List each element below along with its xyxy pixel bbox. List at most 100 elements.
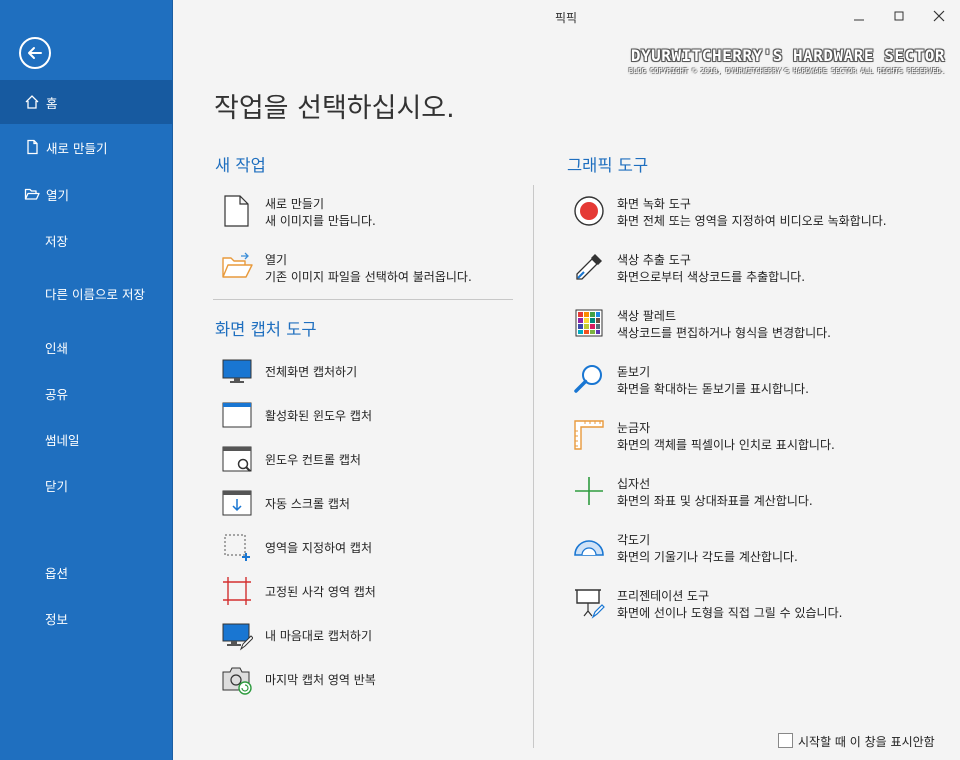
tool-name: 열기 (265, 253, 288, 267)
tool-description: 새 이미지를 만듭니다. (265, 214, 376, 228)
watermark-title: DYURWITCHERRY'S HARDWARE SECTOR (630, 46, 945, 65)
freehand-capture-tool[interactable]: 내 마음대로 캡처하기 (221, 619, 521, 651)
new-file-icon (27, 139, 38, 155)
tool-description: 화면을 확대하는 돋보기를 표시합니다. (617, 382, 809, 396)
tool-name: 새로 만들기 (265, 197, 325, 211)
sidebar-item-close[interactable]: 닫기 (0, 463, 172, 507)
close-window-button[interactable] (924, 4, 954, 28)
sidebar-item-label: 저장 (45, 234, 69, 249)
protractor-tool[interactable]: 각도기 화면의 기울기나 각도를 계산합니다. (573, 531, 943, 567)
new-image-tool[interactable]: 새로 만들기 새 이미지를 만듭니다. (221, 195, 521, 231)
sidebar-item-label: 공유 (45, 387, 69, 402)
dont-show-on-startup[interactable]: 시작할 때 이 창을 표시안함 (778, 733, 944, 749)
window-icon (222, 402, 252, 428)
graphic-tools-title: 그래픽 도구 (567, 156, 649, 175)
tool-description: 화면으로부터 색상코드를 추출합니다. (617, 270, 806, 284)
camera-repeat-icon (222, 667, 252, 695)
sidebar-item-share[interactable]: 공유 (0, 371, 172, 415)
tool-name: 눈금자 (617, 421, 651, 435)
repeat-last-capture-tool[interactable]: 마지막 캡처 영역 반복 (221, 663, 521, 695)
palette-grid-icon (575, 309, 603, 337)
scroll-down-icon (222, 490, 252, 516)
ruler-tool[interactable]: 눈금자 화면의 객체를 픽셀이나 인치로 표시합니다. (573, 419, 943, 455)
tool-name: 각도기 (617, 533, 651, 547)
tool-name: 고정된 사각 영역 캡처 (265, 585, 376, 599)
back-button[interactable] (19, 37, 51, 69)
window-magnifier-icon (222, 446, 252, 472)
folder-open-icon (222, 252, 253, 278)
tool-description: 기존 이미지 파일을 선택하여 불러옵니다. (265, 270, 472, 284)
dont-show-label: 시작할 때 이 창을 표시안함 (798, 735, 935, 749)
tool-name: 영역을 지정하여 캡처 (265, 541, 372, 555)
region-select-icon (224, 534, 250, 561)
column-divider (533, 185, 534, 748)
tool-description: 화면의 좌표 및 상대좌표를 계산합니다. (617, 494, 813, 508)
main-panel: 픽픽 DYURWITCHERRY'S HARDWARE SECTOR BLOG … (172, 0, 960, 760)
watermark-copyright: BLOG COPYRIGHT © 2010, DYURWITCHERRY'S H… (628, 67, 945, 75)
fixed-region-capture-tool[interactable]: 고정된 사각 영역 캡처 (221, 575, 521, 607)
auto-scroll-capture-tool[interactable]: 자동 스크롤 캡처 (221, 487, 521, 519)
section-divider (213, 299, 513, 300)
color-picker-tool[interactable]: 색상 추출 도구 화면으로부터 색상코드를 추출합니다. (573, 251, 943, 287)
magnifier-tool[interactable]: 돋보기 화면을 확대하는 돋보기를 표시합니다. (573, 363, 943, 399)
crosshair-icon (575, 477, 603, 505)
record-icon (574, 196, 604, 226)
sidebar-item-label: 다른 이름으로 저장 (45, 287, 145, 302)
sidebar-item-label: 새로 만들기 (46, 141, 108, 156)
region-capture-tool[interactable]: 영역을 지정하여 캡처 (221, 531, 521, 563)
tool-name: 프리젠테이션 도구 (617, 589, 710, 603)
sidebar-item-label: 썸네일 (45, 433, 80, 448)
sidebar-item-new[interactable]: 새로 만들기 (0, 125, 172, 169)
dont-show-checkbox[interactable] (778, 733, 793, 748)
active-window-capture-tool[interactable]: 활성화된 윈도우 캡처 (221, 399, 521, 431)
monitor-pen-icon (222, 623, 253, 651)
page-title: 작업을 선택하십시오. (214, 93, 455, 124)
tool-name: 활성화된 윈도우 캡처 (265, 409, 372, 423)
tool-name: 마지막 캡처 영역 반복 (265, 673, 376, 687)
tool-name: 색상 추출 도구 (617, 253, 691, 267)
window-title: 픽픽 (554, 11, 578, 25)
screen-record-tool[interactable]: 화면 녹화 도구 화면 전체 또는 영역을 지정하여 비디오로 녹화합니다. (573, 195, 943, 231)
sidebar-item-home[interactable]: 홈 (0, 80, 172, 124)
tool-name: 화면 녹화 도구 (617, 197, 691, 211)
arrow-left-icon (28, 47, 42, 59)
close-icon (933, 10, 945, 22)
sidebar-item-info[interactable]: 정보 (0, 596, 172, 640)
tool-name: 내 마음대로 캡처하기 (265, 629, 372, 643)
crosshair-tool[interactable]: 십자선 화면의 좌표 및 상대좌표를 계산합니다. (573, 475, 943, 511)
tool-name: 전체화면 캡처하기 (265, 365, 358, 379)
tool-name: 돋보기 (617, 365, 651, 379)
sidebar-item-label: 닫기 (45, 479, 69, 494)
folder-open-icon (24, 188, 40, 200)
sidebar-item-save[interactable]: 저장 (0, 218, 172, 262)
fixed-rect-icon (223, 577, 251, 605)
open-image-tool[interactable]: 열기 기존 이미지 파일을 선택하여 불러옵니다. (221, 251, 521, 287)
sidebar-item-print[interactable]: 인쇄 (0, 325, 172, 369)
tool-name: 자동 스크롤 캡처 (265, 497, 350, 511)
tool-description: 화면의 기울기나 각도를 계산합니다. (617, 550, 798, 564)
tool-description: 화면 전체 또는 영역을 지정하여 비디오로 녹화합니다. (617, 214, 887, 228)
watermark: DYURWITCHERRY'S HARDWARE SECTOR BLOG COP… (629, 46, 945, 75)
sidebar-item-open[interactable]: 열기 (0, 172, 172, 216)
sidebar-item-label: 옵션 (45, 566, 69, 581)
fullscreen-capture-tool[interactable]: 전체화면 캡처하기 (221, 355, 521, 387)
ruler-icon (574, 420, 604, 450)
tool-name: 십자선 (617, 477, 651, 491)
presentation-tool[interactable]: 프리젠테이션 도구 화면에 선이나 도형을 직접 그릴 수 있습니다. (573, 587, 943, 623)
minimize-button[interactable] (844, 4, 874, 28)
magnifier-icon (574, 365, 602, 393)
sidebar-item-options[interactable]: 옵션 (0, 550, 172, 594)
tool-name: 윈도우 컨트롤 캡처 (265, 453, 361, 467)
window-control-capture-tool[interactable]: 윈도우 컨트롤 캡처 (221, 443, 521, 475)
minimize-icon (854, 19, 864, 21)
sidebar-item-save-as[interactable]: 다른 이름으로 저장 (0, 271, 172, 315)
eyedropper-icon (576, 254, 602, 280)
sidebar: 홈 새로 만들기 열기 저장 다른 이름으로 저장 인쇄 공유 썸네일 닫기 옵… (0, 0, 173, 760)
maximize-button[interactable] (884, 4, 914, 28)
tool-description: 화면의 객체를 픽셀이나 인치로 표시합니다. (617, 438, 835, 452)
capture-title: 화면 캡처 도구 (215, 320, 317, 339)
tool-description: 화면에 선이나 도형을 직접 그릴 수 있습니다. (617, 606, 843, 620)
color-palette-tool[interactable]: 색상 팔레트 색상코드를 편집하거나 형식을 변경합니다. (573, 307, 943, 343)
protractor-icon (574, 540, 604, 556)
sidebar-item-thumbnail[interactable]: 썸네일 (0, 417, 172, 461)
